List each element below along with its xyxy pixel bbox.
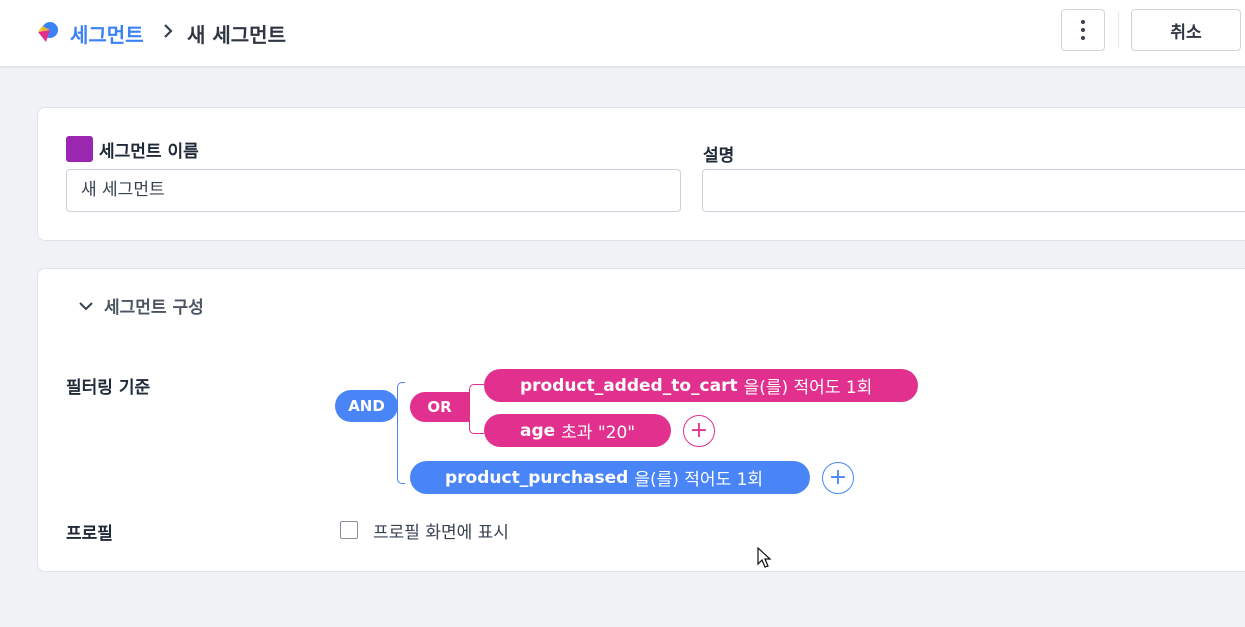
segment-info-card: 세그먼트 이름 설명 새 세그먼트 (37, 107, 1245, 241)
page-title: 새 세그먼트 (187, 23, 286, 47)
segment-name-label: 세그먼트 이름 (99, 141, 199, 162)
breadcrumb-segments-link[interactable]: 세그먼트 (70, 19, 144, 48)
composition-section-toggle[interactable]: 세그먼트 구성 (78, 293, 204, 318)
cancel-button[interactable]: 취소 (1131, 9, 1241, 51)
segment-composition-card: 세그먼트 구성 필터링 기준 AND OR product_added_to_c… (37, 268, 1245, 572)
and-connector (397, 382, 405, 484)
mouse-cursor-icon (757, 547, 772, 568)
condition-pill[interactable]: product_purchased 을(를) 적어도 1회 (410, 461, 810, 494)
app-logo-icon (38, 22, 58, 42)
condition-pill[interactable]: age 초과 "20" (484, 414, 671, 447)
chevron-down-icon (79, 301, 93, 310)
header-divider (1118, 12, 1119, 48)
condition-event: product_purchased (445, 467, 629, 488)
more-vertical-icon (1081, 20, 1085, 40)
section-title: 세그먼트 구성 (104, 298, 204, 318)
filter-criteria-label: 필터링 기준 (66, 378, 151, 398)
condition-rule: 을(를) 적어도 1회 (743, 378, 873, 398)
condition-event: age (520, 420, 556, 441)
show-on-profile-checkbox[interactable] (340, 521, 358, 539)
chevron-right-icon (164, 24, 173, 38)
add-or-condition-button[interactable]: + (683, 415, 715, 447)
condition-pill[interactable]: product_added_to_cart 을(를) 적어도 1회 (484, 369, 918, 402)
or-operator-toggle[interactable]: OR (410, 392, 469, 422)
profile-label: 프로필 (66, 524, 113, 544)
segment-name-label-group: 세그먼트 이름 (66, 136, 199, 162)
description-label: 설명 (703, 146, 735, 166)
condition-rule: 을(를) 적어도 1회 (634, 470, 764, 490)
condition-event: product_added_to_cart (520, 375, 738, 396)
segment-name-input[interactable]: 새 세그먼트 (66, 169, 681, 212)
description-input[interactable] (702, 169, 1245, 212)
segment-color-picker[interactable] (66, 136, 93, 162)
and-operator-toggle[interactable]: AND (335, 390, 398, 422)
top-bar: 세그먼트 새 세그먼트 취소 (0, 0, 1245, 66)
more-options-button[interactable] (1061, 9, 1105, 51)
add-and-condition-button[interactable]: + (822, 462, 854, 494)
show-on-profile-label[interactable]: 프로필 화면에 표시 (373, 518, 509, 543)
or-connector (469, 384, 484, 434)
condition-rule: 초과 "20" (561, 423, 636, 443)
